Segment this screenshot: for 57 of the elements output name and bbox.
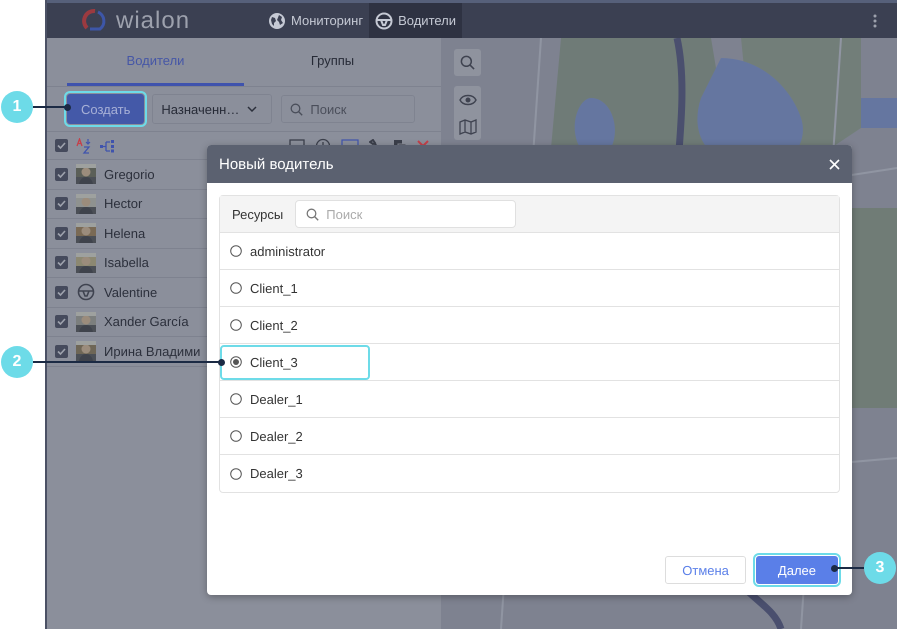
radio-button[interactable] [230, 468, 242, 480]
tree-icon[interactable] [100, 138, 116, 152]
checkbox[interactable] [55, 286, 68, 299]
resource-option[interactable]: Client_3 [222, 346, 368, 378]
nav-tab[interactable]: Мониторинг [262, 3, 370, 38]
search-icon [460, 55, 475, 70]
logo-text: wialon [116, 6, 190, 34]
resource-option[interactable]: Dealer_1 [222, 384, 368, 414]
map-icon [458, 118, 476, 134]
search-field[interactable]: Поиск [281, 95, 416, 123]
dialog-button[interactable]: Отмена [665, 556, 746, 584]
radio-button[interactable] [230, 319, 242, 331]
checkbox[interactable] [55, 197, 68, 210]
checkbox[interactable] [55, 344, 68, 358]
leader-line [33, 106, 68, 108]
steering-wheel-icon [77, 283, 95, 302]
checkbox[interactable] [55, 168, 68, 181]
driver-name: Helena [104, 226, 146, 241]
nav-tab[interactable]: Водители [369, 3, 462, 38]
callout-marker: 1 [1, 91, 33, 123]
steering-wheel-icon [375, 12, 394, 30]
logo-icon [82, 8, 108, 34]
driver-name: Hector [104, 196, 142, 212]
driver-name: Xander García [104, 314, 189, 330]
filter-dropdown[interactable]: Назначенн… [152, 94, 272, 124]
resource-option[interactable]: administrator [222, 236, 368, 266]
dialog-button[interactable]: Далее [756, 556, 838, 584]
checkbox[interactable] [55, 315, 68, 328]
dialog-title: Новый водитель [219, 156, 334, 172]
globe-icon [268, 12, 286, 30]
sort-icon[interactable] [76, 138, 92, 154]
resource-option[interactable]: Client_2 [222, 310, 368, 340]
search-icon [306, 208, 320, 221]
radio-button[interactable] [230, 282, 242, 294]
driver-name: Ирина Владими [104, 344, 200, 359]
resource-option[interactable]: Dealer_2 [222, 420, 368, 452]
radio-button[interactable] [230, 430, 242, 442]
driver-name: Valentine [104, 284, 158, 300]
radio-button[interactable] [230, 245, 242, 257]
eye-icon [458, 94, 476, 106]
radio-button[interactable] [230, 356, 242, 368]
radio-button[interactable] [230, 393, 242, 405]
driver-name: Gregorio [104, 166, 155, 182]
callout-marker: 2 [1, 346, 33, 378]
close-icon[interactable] [829, 158, 840, 170]
chevron-down-icon [247, 106, 258, 112]
driver-name: Isabella [104, 255, 149, 270]
leader-line [834, 567, 864, 569]
search-icon [290, 103, 304, 116]
menu-icon[interactable] [873, 14, 877, 28]
tab[interactable]: Группы [244, 38, 421, 86]
resource-option[interactable]: Client_1 [222, 272, 368, 304]
checkbox[interactable] [55, 139, 68, 152]
column-label: Ресурсы [232, 206, 284, 222]
resource-option[interactable]: Dealer_3 [222, 458, 368, 489]
checkbox[interactable] [55, 226, 68, 240]
checkbox[interactable] [55, 256, 68, 270]
